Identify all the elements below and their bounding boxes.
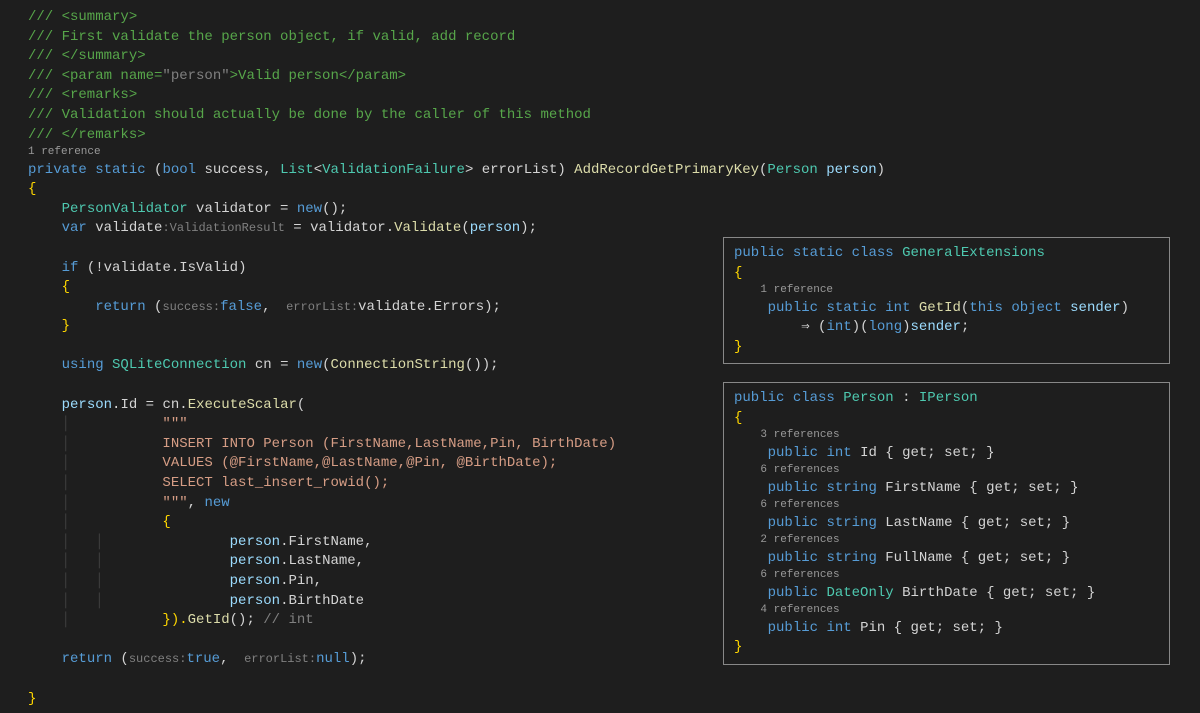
code-lens[interactable]: 4 references	[734, 603, 1159, 618]
xml-doc-line: /// </remarks>	[28, 126, 1200, 146]
code-line: }	[28, 690, 1200, 710]
code-lens[interactable]: 6 references	[734, 568, 1159, 583]
code-lens[interactable]: 3 references	[734, 428, 1159, 443]
code-line: PersonValidator validator = new();	[28, 200, 1200, 220]
code-lens[interactable]: 2 references	[734, 533, 1159, 548]
code-line: {	[734, 409, 1159, 429]
xml-doc-line: /// Validation should actually be done b…	[28, 106, 1200, 126]
xml-doc-line: /// <summary>	[28, 8, 1200, 28]
xml-doc-line: /// First validate the person object, if…	[28, 28, 1200, 48]
code-lens[interactable]: 1 reference	[28, 145, 1200, 160]
class-signature: public class Person : IPerson	[734, 389, 1159, 409]
property-line: public string LastName { get; set; }	[734, 514, 1159, 534]
code-lens[interactable]: 6 references	[734, 498, 1159, 513]
xml-doc-line: /// </summary>	[28, 47, 1200, 67]
code-peek-general-extensions[interactable]: public static class GeneralExtensions { …	[723, 237, 1170, 364]
code-line: {	[734, 264, 1159, 284]
code-line: }	[734, 338, 1159, 358]
property-line: public string FirstName { get; set; }	[734, 479, 1159, 499]
code-lens[interactable]: 6 references	[734, 463, 1159, 478]
code-line: ⇒ (int)(long)sender;	[734, 318, 1159, 338]
xml-doc-line: /// <param name="person">Valid person</p…	[28, 67, 1200, 87]
property-line: public DateOnly BirthDate { get; set; }	[734, 584, 1159, 604]
code-line: }	[734, 638, 1159, 658]
class-signature: public static class GeneralExtensions	[734, 244, 1159, 264]
method-signature: private static (bool success, List<Valid…	[28, 161, 1200, 181]
code-line: var validate:ValidationResult = validato…	[28, 219, 1200, 239]
property-line: public string FullName { get; set; }	[734, 549, 1159, 569]
property-line: public int Pin { get; set; }	[734, 619, 1159, 639]
code-line	[28, 670, 1200, 690]
code-line: {	[28, 180, 1200, 200]
property-line: public int Id { get; set; }	[734, 444, 1159, 464]
code-peek-person[interactable]: public class Person : IPerson { 3 refere…	[723, 382, 1170, 665]
code-line: public static int GetId(this object send…	[734, 299, 1159, 319]
code-lens[interactable]: 1 reference	[734, 283, 1159, 298]
xml-doc-line: /// <remarks>	[28, 86, 1200, 106]
